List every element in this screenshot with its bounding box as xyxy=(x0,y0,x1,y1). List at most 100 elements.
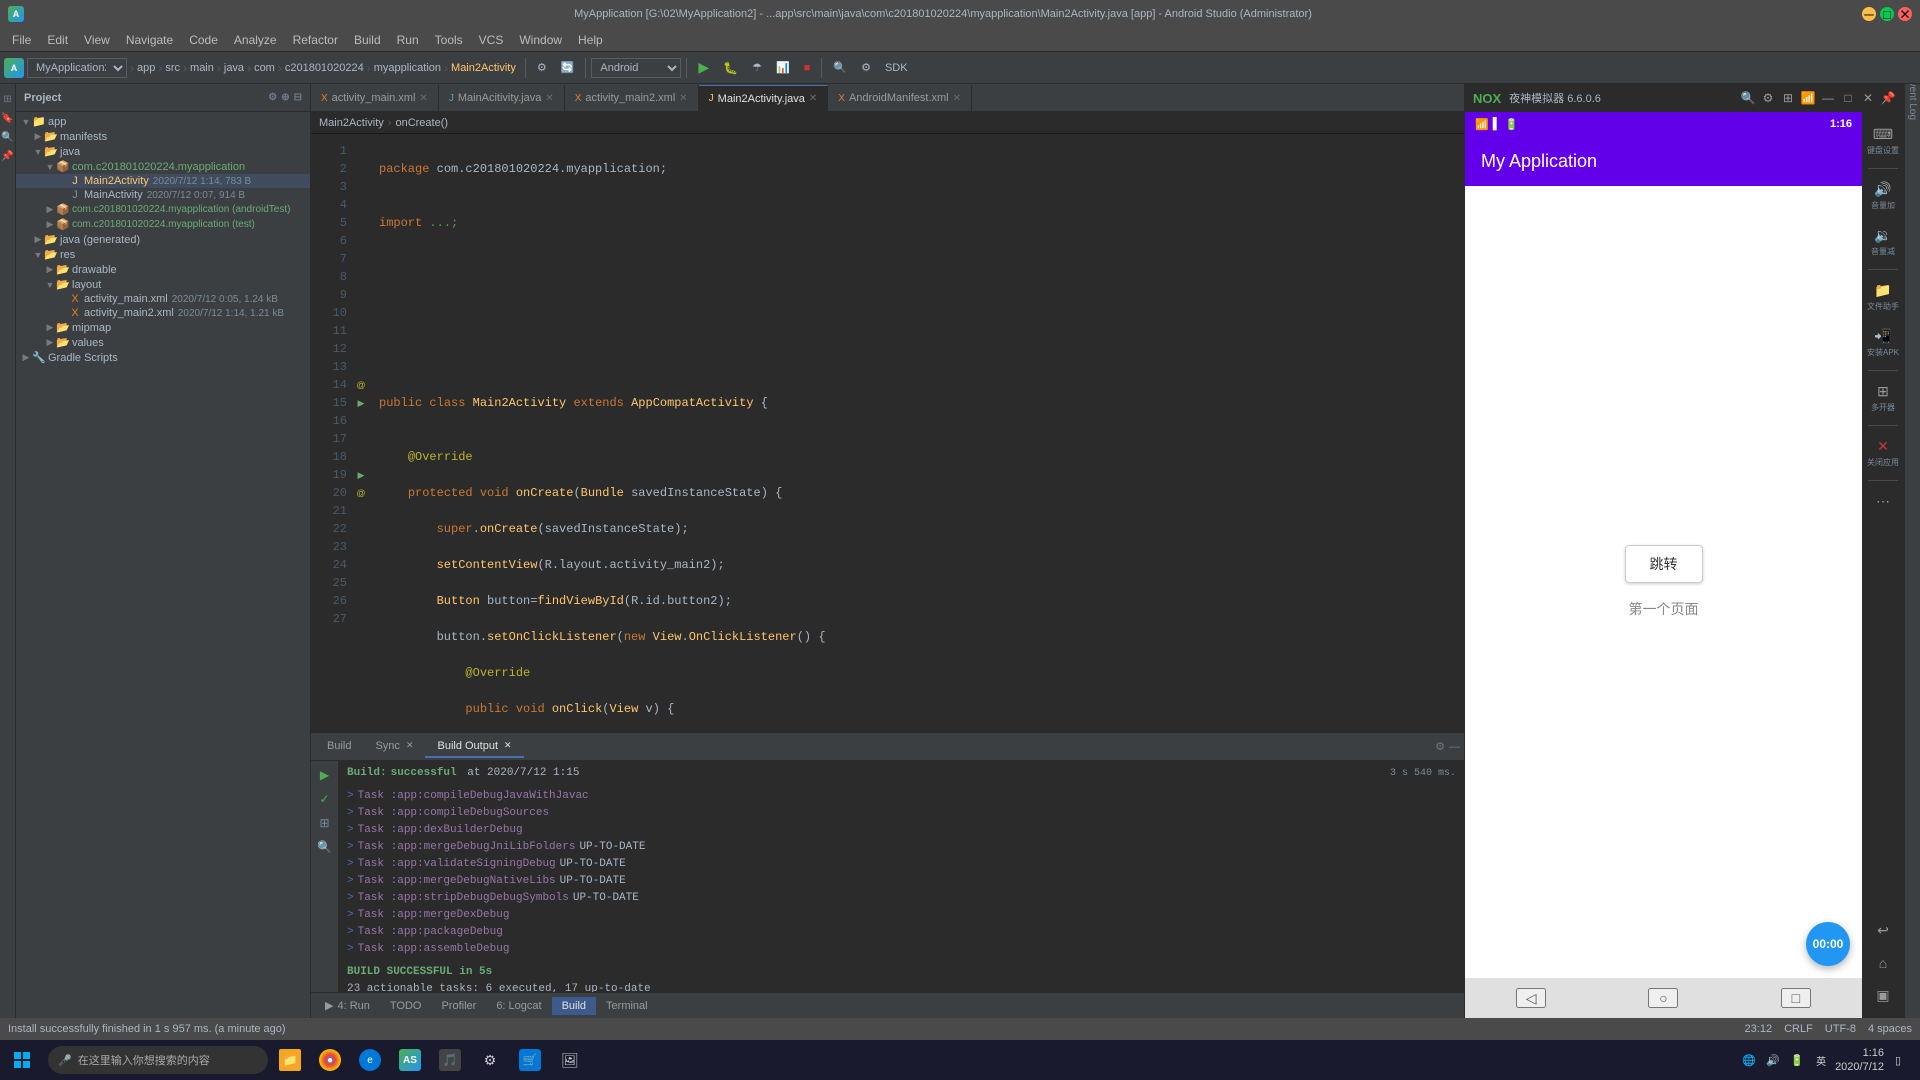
taskbar-file-explorer[interactable]: 📁 xyxy=(272,1042,308,1078)
breadcrumb-method[interactable]: onCreate() xyxy=(395,117,448,129)
emu-jump-button[interactable]: 跳转 xyxy=(1625,545,1703,583)
project-collapse-icon[interactable]: ⊟ xyxy=(294,92,302,103)
tab-activity-main2-xml[interactable]: X activity_main2.xml ✕ xyxy=(565,85,699,111)
emu-side-apk[interactable]: 📲 安装APK xyxy=(1863,322,1903,364)
project-gear-icon[interactable]: ⚙ xyxy=(268,92,277,103)
emu-side-multiwindow[interactable]: ⊞ 多开器 xyxy=(1867,377,1899,419)
tree-item-java[interactable]: ▼ 📂 java xyxy=(16,144,310,159)
menu-window[interactable]: Window xyxy=(511,31,570,49)
bottom-tab-sync[interactable]: Sync ✕ xyxy=(363,736,425,758)
emu-search-icon[interactable]: 🔍 xyxy=(1740,90,1756,106)
tray-battery-icon[interactable]: 🔋 xyxy=(1787,1050,1807,1070)
tree-item-res[interactable]: ▼ 📂 res xyxy=(16,247,310,262)
tree-item-mipmap[interactable]: ▶ 📂 mipmap xyxy=(16,320,310,335)
bottom-btn-profiler[interactable]: Profiler xyxy=(431,997,486,1015)
tree-item-app[interactable]: ▼ 📁 app xyxy=(16,114,310,129)
menu-run[interactable]: Run xyxy=(389,31,427,49)
status-line-col[interactable]: 23:12 xyxy=(1745,1023,1773,1035)
bottom-btn-logcat[interactable]: 6: Logcat xyxy=(486,997,551,1015)
build-run-icon[interactable]: ▶ xyxy=(315,765,335,785)
taskbar-browser-1[interactable]: ● xyxy=(312,1042,348,1078)
windows-search-bar[interactable]: 🎤 在这里输入你想搜索的内容 xyxy=(48,1046,268,1074)
emu-settings-icon[interactable]: ⚙ xyxy=(1760,90,1776,106)
emu-side-keyboard[interactable]: ⌨ 键盘设置 xyxy=(1863,120,1903,162)
bottom-tab-build-output[interactable]: Build Output ✕ xyxy=(425,736,523,758)
toolbar-search-btn[interactable]: 🔍 xyxy=(827,58,853,77)
structure-icon[interactable]: ⊞ xyxy=(1,92,13,107)
status-encoding[interactable]: UTF-8 xyxy=(1825,1023,1856,1035)
tab-androidmanifest[interactable]: X AndroidManifest.xml ✕ xyxy=(828,85,972,111)
emu-recents-side-icon[interactable]: ▣ xyxy=(1872,981,1893,1010)
tree-item-androidtest[interactable]: ▶ 📦 com.c201801020224.myapplication (and… xyxy=(16,202,310,217)
emu-side-more[interactable]: ⋯ xyxy=(1872,487,1894,516)
bottom-btn-build[interactable]: Build xyxy=(552,997,596,1015)
close-button[interactable]: ✕ xyxy=(1898,7,1912,21)
menu-refactor[interactable]: Refactor xyxy=(285,31,346,49)
tab-close-1[interactable]: ✕ xyxy=(419,93,427,104)
tray-ime-icon[interactable]: 英 xyxy=(1811,1050,1831,1070)
event-log-label[interactable]: Event Log xyxy=(1907,84,1918,120)
toolbar-sync-btn[interactable]: 🔄 xyxy=(555,58,581,77)
tray-network-icon[interactable]: 🌐 xyxy=(1739,1050,1759,1070)
emu-maximize-icon[interactable]: □ xyxy=(1840,90,1856,106)
taskbar-browser-2[interactable]: e xyxy=(352,1042,388,1078)
bottom-btn-run[interactable]: ▶ 4: Run xyxy=(315,996,380,1015)
emu-pin-icon[interactable]: 📌 xyxy=(1880,90,1896,106)
sync-close-icon[interactable]: ✕ xyxy=(406,740,414,751)
emu-minimize-icon[interactable]: — xyxy=(1820,90,1836,106)
emu-side-vol-up[interactable]: 🔊 音量加 xyxy=(1867,175,1899,217)
emu-undo-icon[interactable]: ↩ xyxy=(1873,916,1893,945)
emu-back-button[interactable]: ◁ xyxy=(1516,988,1546,1008)
menu-navigate[interactable]: Navigate xyxy=(118,31,181,49)
tree-item-layout[interactable]: ▼ 📂 layout xyxy=(16,277,310,292)
breadcrumb-class[interactable]: Main2Activity xyxy=(319,117,384,129)
toolbar-coverage-btn[interactable]: ☂ xyxy=(746,58,768,77)
tree-item-drawable[interactable]: ▶ 📂 drawable xyxy=(16,262,310,277)
tab-close-2[interactable]: ✕ xyxy=(545,93,553,104)
bottom-tab-build[interactable]: Build xyxy=(315,736,363,758)
tree-item-manifests[interactable]: ▶ 📂 manifests xyxy=(16,129,310,144)
tree-item-gradle[interactable]: ▶ 🔧 Gradle Scripts xyxy=(16,350,310,365)
bottom-minimize-icon[interactable]: — xyxy=(1449,741,1460,753)
tray-volume-icon[interactable]: 🔊 xyxy=(1763,1050,1783,1070)
menu-tools[interactable]: Tools xyxy=(427,31,471,49)
show-desktop-icon[interactable]: ▯ xyxy=(1888,1050,1908,1070)
taskbar-android-studio[interactable]: AS xyxy=(392,1042,428,1078)
status-line-ending[interactable]: CRLF xyxy=(1784,1023,1813,1035)
tree-item-java-generated[interactable]: ▶ 📂 java (generated) xyxy=(16,232,310,247)
tree-item-test[interactable]: ▶ 📦 com.c201801020224.myapplication (tes… xyxy=(16,217,310,232)
project-dropdown[interactable]: MyApplication2 xyxy=(27,58,127,78)
emu-fab-button[interactable]: 00:00 xyxy=(1806,922,1850,966)
taskbar-media-player[interactable]: 🎵 xyxy=(432,1042,468,1078)
emu-recents-button[interactable]: □ xyxy=(1781,988,1811,1008)
tree-item-activity-main2[interactable]: X activity_main2.xml 2020/7/12 1:14, 1.2… xyxy=(16,306,310,320)
bottom-btn-terminal[interactable]: Terminal xyxy=(596,997,658,1015)
build-search-icon[interactable]: 🔍 xyxy=(315,837,335,857)
taskbar-store[interactable]: 🛒 xyxy=(512,1042,548,1078)
minimize-button[interactable]: ─ xyxy=(1862,7,1876,21)
emu-side-files[interactable]: 📁 文件助手 xyxy=(1863,276,1903,318)
toolbar-stop-btn[interactable]: ■ xyxy=(798,59,817,77)
tree-item-values[interactable]: ▶ 📂 values xyxy=(16,335,310,350)
tab-main2activity-java[interactable]: J Main2Activity.java ✕ xyxy=(699,85,829,111)
left-pin-icon[interactable]: 📌 xyxy=(0,149,16,164)
menu-build[interactable]: Build xyxy=(346,31,389,49)
menu-file[interactable]: File xyxy=(4,31,39,49)
toolbar-profile-btn[interactable]: 📊 xyxy=(770,58,796,77)
toolbar-run-btn[interactable]: ▶ xyxy=(692,56,715,79)
build-filter-icon[interactable]: ⊞ xyxy=(315,813,335,833)
maximize-button[interactable]: □ xyxy=(1880,7,1894,21)
build-check-icon[interactable]: ✓ xyxy=(315,789,335,809)
emu-side-close-app[interactable]: ✕ 关闭应用 xyxy=(1863,432,1903,474)
taskbar-photos[interactable]: 🖼 xyxy=(552,1042,588,1078)
bookmark-icon[interactable]: 🔖 xyxy=(0,111,16,126)
menu-analyze[interactable]: Analyze xyxy=(226,31,285,49)
tree-item-mainactivity[interactable]: J MainActivity 2020/7/12 0:07, 914 B xyxy=(16,188,310,202)
bottom-btn-todo[interactable]: TODO xyxy=(380,997,432,1015)
bottom-settings-icon[interactable]: ⚙ xyxy=(1435,740,1445,753)
output-close-icon[interactable]: ✕ xyxy=(504,740,512,751)
find-icon[interactable]: 🔍 xyxy=(0,130,16,145)
emu-expand-icon[interactable]: ⊞ xyxy=(1780,90,1796,106)
menu-help[interactable]: Help xyxy=(570,31,611,49)
system-clock[interactable]: 1:16 2020/7/12 xyxy=(1835,1046,1884,1075)
